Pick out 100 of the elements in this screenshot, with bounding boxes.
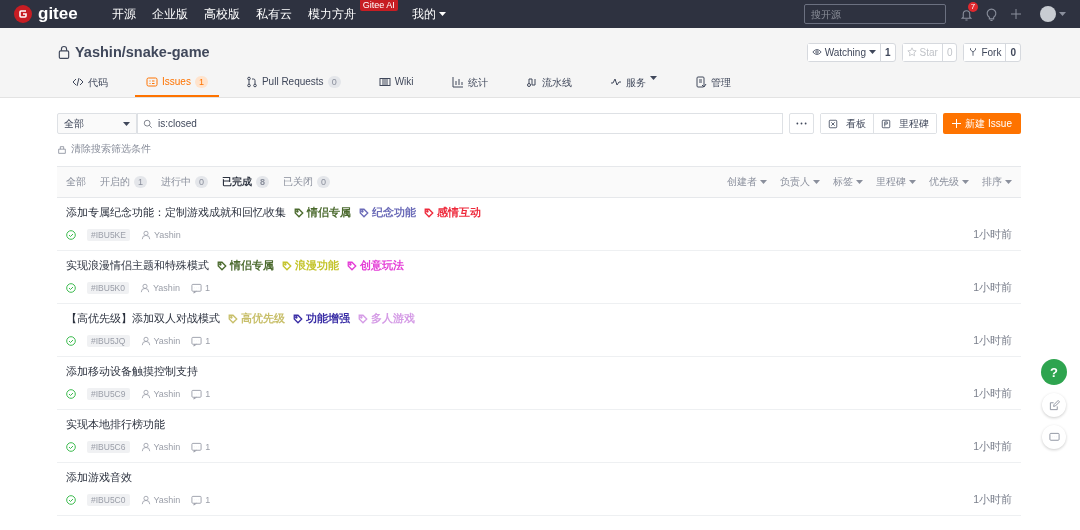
pulse-icon [609, 76, 622, 88]
tag-icon [359, 208, 369, 218]
issue-time: 1小时前 [973, 228, 1012, 242]
repo-action-count: 0 [1009, 45, 1017, 60]
issue-time: 1小时前 [973, 281, 1012, 295]
repository-title[interactable]: Yashin/snake-game [75, 44, 210, 60]
repo-tab[interactable]: 统计 [440, 76, 499, 97]
search-field[interactable]: is:closed [137, 113, 784, 134]
document-icon [694, 76, 707, 88]
repo-tab[interactable]: Pull Requests 0 [234, 76, 352, 97]
issue-title[interactable]: 添加游戏音效 [66, 471, 132, 485]
board-icon [828, 118, 839, 129]
issue-title[interactable]: 实现本地排行榜功能 [66, 418, 165, 432]
search-icon [143, 119, 153, 129]
issue-label[interactable]: 感情互动 [424, 206, 481, 220]
clear-filters-link[interactable]: 清除搜索筛选条件 [71, 143, 151, 156]
more-button[interactable] [789, 113, 815, 134]
chat-button[interactable] [1042, 425, 1066, 449]
issue-time: 1小时前 [973, 387, 1012, 401]
pipeline-icon [525, 76, 538, 88]
book-icon [378, 76, 391, 88]
issue-label[interactable]: 情侣专属 [294, 206, 351, 220]
check-circle-icon [66, 336, 76, 346]
notification-badge: 7 [968, 1, 978, 12]
repo-tab[interactable]: Wiki [367, 76, 425, 97]
check-circle-icon [66, 389, 76, 399]
repo-tab[interactable]: 服务 [598, 76, 668, 97]
more-icon [796, 122, 808, 125]
user-icon [140, 230, 151, 240]
tag-icon [282, 261, 292, 271]
nav-link[interactable]: 私有云 [247, 6, 300, 22]
caret-icon [813, 180, 820, 184]
comment-icon [190, 282, 202, 294]
tab-count: 0 [195, 176, 209, 188]
issue-label[interactable]: 纪念功能 [359, 206, 416, 220]
caret-icon [856, 180, 863, 184]
issue-label[interactable]: 情侣专属 [217, 259, 274, 273]
comment-icon [191, 494, 203, 506]
check-circle-icon [66, 283, 76, 293]
nav-badge: Gitee AI [359, 0, 398, 11]
pull-request-icon [245, 76, 258, 88]
user-icon [140, 442, 151, 452]
issue-title[interactable]: 添加专属纪念功能：定制游戏成就和回忆收集 [66, 206, 286, 220]
tab-count: 1 [134, 176, 147, 188]
issue-label[interactable]: 功能增强 [293, 312, 350, 326]
repo-tab[interactable]: 代码 [61, 76, 119, 97]
issue-id: #IBU5JQ [87, 335, 130, 347]
logo-icon[interactable] [14, 5, 32, 23]
issue-title[interactable]: 实现浪漫情侣主题和特殊模式 [66, 259, 209, 273]
issue-time: 1小时前 [973, 440, 1012, 454]
caret-icon [1005, 180, 1012, 184]
issue-label[interactable]: 创意玩法 [347, 259, 404, 273]
fork-icon [968, 47, 979, 57]
comment-count: 1 [205, 495, 211, 505]
issue-title[interactable]: 【高优先级】添加双人对战模式 [66, 312, 220, 326]
feedback-button[interactable] [1042, 393, 1066, 417]
check-circle-icon [66, 230, 76, 240]
eye-icon [811, 47, 822, 57]
lock-icon [57, 45, 71, 59]
nav-link[interactable]: 开源 [103, 6, 144, 22]
issue-id: #IBU5C6 [87, 441, 130, 453]
comment-count: 1 [204, 283, 210, 293]
issue-id: #IBU5K0 [87, 282, 130, 294]
repo-tab[interactable]: 管理 [683, 76, 742, 97]
nav-link[interactable]: 高校版 [195, 6, 248, 22]
avatar[interactable] [1040, 6, 1056, 22]
user-icon [140, 389, 151, 399]
tag-icon [294, 208, 304, 218]
comment-count: 1 [205, 442, 211, 452]
tab-count: 1 [194, 76, 208, 88]
milestone-button[interactable]: 里程碑 [873, 114, 937, 133]
nav-link[interactable]: 我的 [403, 6, 454, 22]
state-tab[interactable]: 已完成 8 [222, 175, 270, 189]
scope-dropdown[interactable]: 全部 [57, 113, 137, 134]
comment-icon [191, 441, 203, 453]
lightbulb-icon [985, 7, 998, 21]
repo-action-button[interactable]: Watching [807, 43, 881, 61]
bell-icon [960, 7, 973, 21]
tag-icon [293, 314, 303, 324]
tab-count: 0 [317, 176, 331, 188]
search-field[interactable]: 搜开源 [804, 4, 946, 24]
flag-icon [881, 118, 892, 129]
logo-text[interactable]: gitee [38, 4, 78, 24]
nav-link[interactable]: 企业版 [143, 6, 196, 22]
plus-icon [1010, 8, 1022, 20]
caret-icon [909, 180, 916, 184]
issue-icon [146, 76, 158, 88]
tag-icon [228, 314, 238, 324]
repo-action-button[interactable]: Fork [964, 43, 1007, 61]
issue-id: #IBU5KE [87, 229, 130, 241]
issue-id: #IBU5C9 [87, 388, 130, 400]
repo-action-count: 1 [883, 45, 892, 60]
bar-chart-icon [451, 76, 464, 88]
caret-icon [123, 121, 130, 126]
star-icon [906, 47, 917, 57]
issue-title[interactable]: 添加移动设备触摸控制支持 [66, 365, 198, 379]
repo-tab[interactable]: 流水线 [514, 76, 583, 97]
caret-icon [760, 180, 767, 184]
comment-icon [191, 388, 203, 400]
user-icon [140, 336, 151, 346]
